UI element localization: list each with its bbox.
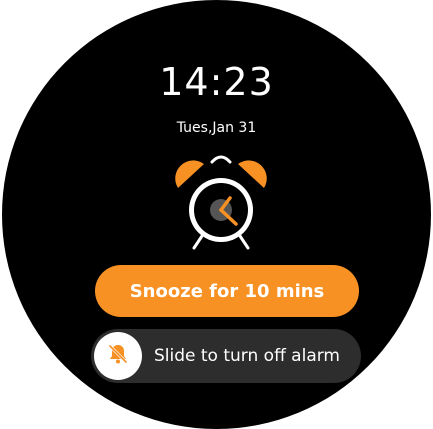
slide-to-dismiss-label: Slide to turn off alarm (154, 346, 340, 366)
alarm-off-icon (106, 342, 130, 371)
snooze-button[interactable]: Snooze for 10 mins (95, 265, 359, 317)
alarm-time: 14:23 (159, 60, 274, 104)
slide-handle[interactable] (94, 332, 142, 380)
watch-face: 14:23 Tues,Jan 31 Snooze for 10 mins Sli… (2, 0, 431, 429)
alarm-clock-icon (172, 150, 272, 255)
alarm-date: Tues,Jan 31 (176, 120, 257, 136)
slide-to-dismiss-track[interactable]: Slide to turn off alarm (91, 329, 361, 383)
